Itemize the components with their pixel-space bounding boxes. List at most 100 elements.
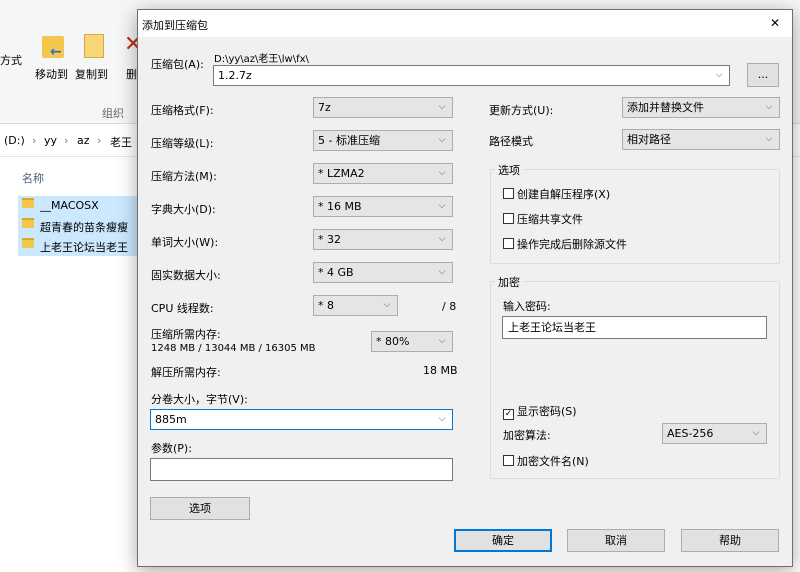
file-name: 上老王论坛当老王 [40,241,128,254]
method-value: * LZMA2 [318,167,365,180]
compress-memory-value: 1248 MB / 13044 MB / 16305 MB [151,343,316,354]
chevron-down-icon: ⌵ [438,234,446,244]
file-row[interactable]: 超青春的苗条瘦瘦 [18,216,138,236]
word-size-value: * 32 [318,233,341,246]
path-mode-select[interactable]: 相对路径 ⌵ [622,129,780,150]
chevron-down-icon: ⌵ [715,70,723,80]
breadcrumb-item[interactable]: yy [44,134,57,147]
move-to-button[interactable]: 移动到 [35,66,68,82]
chevron-down-icon: ⌵ [383,300,391,310]
dictionary-value: * 16 MB [318,200,362,213]
add-to-archive-dialog: 添加到压缩包 ✕ 压缩包(A): D:\yy\az\老王\lw\fx\ 1.2.… [137,9,793,567]
volume-size-label: 分卷大小，字节(V): [151,393,248,406]
chevron-down-icon: ⌵ [765,134,773,144]
path-mode-label: 路径模式 [489,135,533,148]
options-group: 选项 创建自解压程序(X) 压缩共享文件 操作完成后删除源文件 [490,162,780,264]
dictionary-label: 字典大小(D): [151,203,216,216]
password-label: 输入密码: [503,300,551,313]
delete-after-label: 操作完成后删除源文件 [517,238,627,251]
threads-value: * 8 [318,299,334,312]
delete-button[interactable]: 删 [126,66,137,82]
decompress-memory-value: 18 MB [423,364,458,377]
checkbox-icon [503,188,514,199]
update-mode-label: 更新方式(U): [489,104,554,117]
ribbon-left-label[interactable]: 方式 [0,52,22,68]
file-row[interactable]: __MACOSX [18,196,138,216]
password-input[interactable]: 上老王论坛当老王 [502,316,767,339]
encryption-method-select[interactable]: AES-256 ⌵ [662,423,767,444]
path-mode-value: 相对路径 [627,133,671,146]
archive-label: 压缩包(A): [151,58,204,71]
solid-size-value: * 4 GB [318,266,354,279]
options-button[interactable]: 选项 [150,497,250,520]
browse-button[interactable]: ... [747,63,779,87]
format-select[interactable]: 7z ⌵ [313,97,453,118]
threads-label: CPU 线程数: [151,302,214,315]
close-icon[interactable]: ✕ [770,16,780,30]
encryption-group: 加密 输入密码: 上老王论坛当老王 ✓ 显示密码(S) 加密算法: AES-256… [490,274,780,479]
column-header-name[interactable]: 名称 [22,170,44,186]
chevron-down-icon: ⌵ [438,168,446,178]
chevron-down-icon: ⌵ [438,267,446,277]
threads-select[interactable]: * 8 ⌵ [313,295,398,316]
chevron-down-icon: ⌵ [438,102,446,112]
level-value: 5 - 标准压缩 [318,134,380,147]
memory-percent-value: * 80% [376,335,410,348]
archive-name-value: 1.2.7z [218,69,252,82]
compress-shared-checkbox[interactable]: 压缩共享文件 [503,211,583,227]
chevron-down-icon: ⌵ [438,414,446,424]
file-name: 超青春的苗条瘦瘦 [40,221,128,234]
word-size-label: 单词大小(W): [151,236,219,249]
dialog-title: 添加到压缩包 [142,19,208,32]
show-password-checkbox[interactable]: ✓ 显示密码(S) [503,403,577,420]
update-mode-value: 添加并替换文件 [627,101,704,114]
folder-icon [22,198,34,208]
method-label: 压缩方法(M): [151,170,217,183]
memory-percent-select[interactable]: * 80% ⌵ [371,331,453,352]
move-to-icon[interactable]: ← [40,32,68,60]
breadcrumb-separator-icon: › [97,134,102,147]
encryption-group-label: 加密 [495,274,523,290]
breadcrumb-separator-icon: › [32,134,37,147]
delete-after-checkbox[interactable]: 操作完成后删除源文件 [503,236,627,252]
breadcrumb-item[interactable]: az [77,134,90,147]
format-value: 7z [318,101,331,114]
volume-size-combo[interactable]: 885m ⌵ [150,409,453,430]
checkbox-icon [503,455,514,466]
dictionary-select[interactable]: * 16 MB ⌵ [313,196,453,217]
breadcrumb-item[interactable]: (D:) [4,134,25,147]
create-sfx-checkbox[interactable]: 创建自解压程序(X) [503,186,610,202]
ok-button[interactable]: 确定 [454,529,552,552]
decompress-memory-label: 解压所需内存: [151,366,221,379]
breadcrumb-separator-icon: › [64,134,69,147]
method-select[interactable]: * LZMA2 ⌵ [313,163,453,184]
encryption-method-value: AES-256 [667,427,714,440]
word-size-select[interactable]: * 32 ⌵ [313,229,453,250]
options-group-label: 选项 [495,162,523,178]
chevron-down-icon: ⌵ [438,201,446,211]
encrypt-filenames-checkbox[interactable]: 加密文件名(N) [503,453,589,469]
check-icon: ✓ [503,409,514,420]
encryption-method-label: 加密算法: [503,429,551,442]
copy-to-button[interactable]: 复制到 [75,66,108,82]
file-row[interactable]: 上老王论坛当老王 [18,236,138,256]
solid-size-label: 固实数据大小: [151,269,221,282]
archive-name-combo[interactable]: 1.2.7z ⌵ [213,65,730,86]
format-label: 压缩格式(F): [151,104,214,117]
level-select[interactable]: 5 - 标准压缩 ⌵ [313,130,453,151]
dialog-titlebar[interactable]: 添加到压缩包 ✕ [138,10,792,37]
cancel-button[interactable]: 取消 [567,529,665,552]
copy-to-icon[interactable] [82,32,108,60]
ribbon-group-label: 组织 [102,107,124,120]
chevron-down-icon: ⌵ [752,428,760,438]
update-mode-select[interactable]: 添加并替换文件 ⌵ [622,97,780,118]
breadcrumb-item[interactable]: 老王 [110,134,132,150]
chevron-down-icon: ⌵ [438,135,446,145]
create-sfx-label: 创建自解压程序(X) [517,188,611,201]
help-button[interactable]: 帮助 [681,529,779,552]
level-label: 压缩等级(L): [151,137,214,150]
parameters-input[interactable] [150,458,453,481]
solid-size-select[interactable]: * 4 GB ⌵ [313,262,453,283]
chevron-down-icon: ⌵ [438,336,446,346]
compress-shared-label: 压缩共享文件 [517,213,583,226]
